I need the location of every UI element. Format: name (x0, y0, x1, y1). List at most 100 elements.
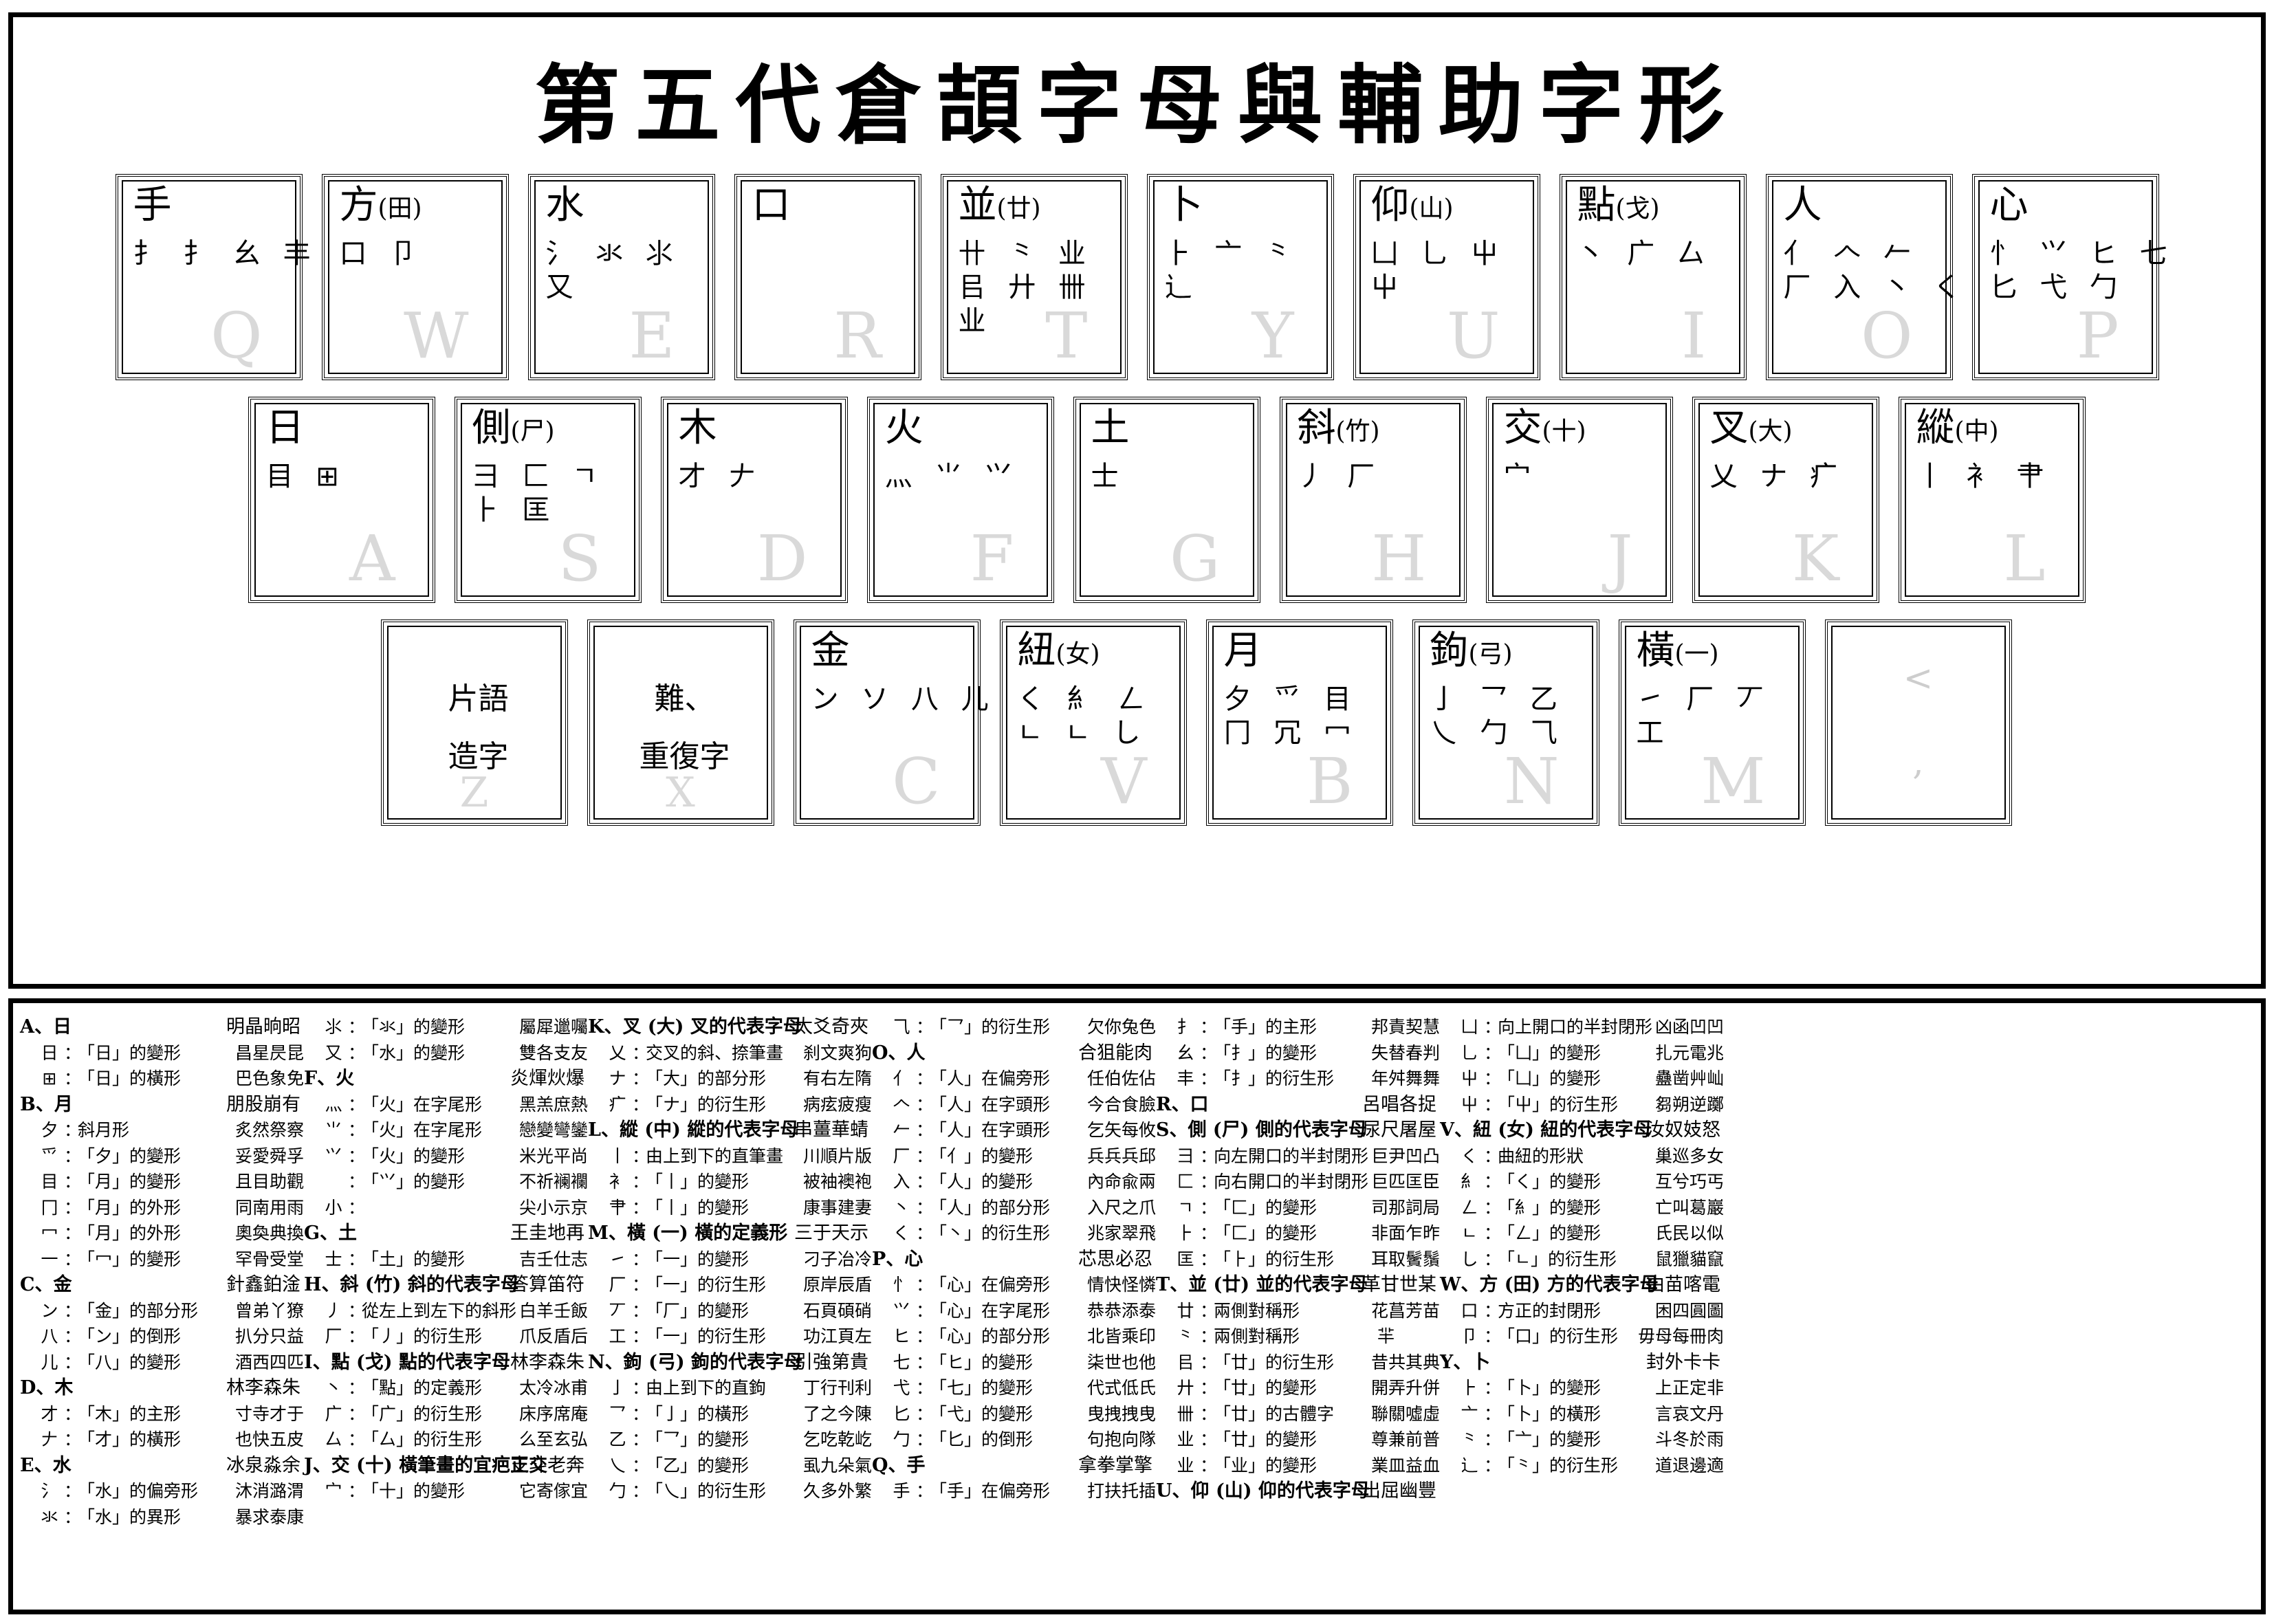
legend-row: ⺍：「心」在字尾形 恭恭添泰 (872, 1298, 1156, 1324)
legend-row-definition: 丿：從左上到左下的斜形 (304, 1298, 519, 1324)
legend-row: 忄：「心」在偏旁形 情快怪憐 (872, 1272, 1156, 1298)
legend-group-header: H、斜 (竹) 斜的代表字母 答算笛符 (304, 1272, 588, 1298)
legend-row: 厂：「一」的衍生形 原岸辰盾 (588, 1272, 872, 1298)
legend-row-definition: 才：「木」的主形 (20, 1401, 235, 1427)
legend-row-definition: ⺍：「心」在字尾形 (872, 1298, 1087, 1324)
key-variant-line: ㇀ 厂 丆 (1637, 683, 1796, 716)
key-letter-f: F (970, 527, 1014, 591)
legend-description: 「丿」的衍生形 (362, 1324, 482, 1350)
key-letter-e: E (628, 305, 675, 368)
key-b[interactable]: 月夕 ⺤ 目冂 冗 冖B (1206, 619, 1393, 826)
legend-row: 匡：「⺊」的衍生形 耳取鬢鬚 (1156, 1247, 1440, 1273)
key-j[interactable]: 交(十) 宀 J (1486, 397, 1673, 603)
key-y[interactable]: 卜⺊ 亠 ⺀辶 Y (1147, 174, 1334, 380)
key-variant-forms: ⺊ 亠 ⺀辶 (1165, 237, 1324, 305)
legend-row-definition: 冖：「月」的外形 (20, 1220, 235, 1247)
legend-examples: 入尺之爪 (1087, 1195, 1156, 1221)
legend-row-definition: 乂：交叉的斜、捺筆畫 (588, 1040, 803, 1066)
key-d[interactable]: 木才 𠂇 D (661, 397, 848, 603)
legend-symbol: 灬 (319, 1092, 348, 1118)
legend-row: 厂：「丿」的衍生形 爪反盾后 (304, 1324, 588, 1350)
key-q[interactable]: 手扌 ⺘ ⺓ 丰 Q (116, 174, 303, 380)
legend-examples: 妥愛舜孚 (235, 1143, 304, 1170)
legend-colon: ： (916, 1092, 930, 1118)
key-letter-i: I (1681, 305, 1706, 368)
key-u[interactable]: 仰(山) 凵 乚 屮屮U (1353, 174, 1540, 380)
key-t[interactable]: 並(廿) 卄 ⺀ 业㠯 廾 卌业T (941, 174, 1128, 380)
legend-examples: 出屈幽豐 (1362, 1478, 1436, 1504)
key-x[interactable]: 難、 重復字 X (587, 619, 774, 826)
key-s[interactable]: 側(尸) ⺕ 匚 ㄱ⺊ 匡S (455, 397, 642, 603)
legend-row: ⺀：「亠」的變形 斗冬於雨 (1440, 1427, 1724, 1453)
legend-colon: ： (632, 1272, 646, 1298)
legend-row: 口：方正的封閉形 困四圓圖 (1440, 1298, 1724, 1324)
legend-colon: ： (1484, 1427, 1498, 1453)
key-m[interactable]: 橫(一) ㇀ 厂 丆工M (1619, 619, 1806, 826)
legend-symbol: 丿 (319, 1298, 348, 1324)
key-k[interactable]: 叉(大) 乂 ナ 疒 K (1692, 397, 1879, 603)
legend-description: 「口」的衍生形 (1498, 1324, 1618, 1350)
legend-row: ⺌：「火」在字尾形 戀變彎鑾 (304, 1117, 588, 1143)
key-a[interactable]: 日目 ⊞ A (248, 397, 435, 603)
legend-colon: ： (1484, 1247, 1498, 1273)
legend-symbol: 丆 (603, 1298, 632, 1324)
legend-description: 「廿」的古體字 (1214, 1401, 1334, 1427)
legend-group: C、金 針鑫鉑淦ン：「金」的部分形 曾弟丫獠八：「ン」的倒形 扒分只益儿：「八」的變形… (20, 1272, 304, 1375)
key-h[interactable]: 斜(竹) 丿 厂 H (1280, 397, 1467, 603)
legend-examples: 聯關噓虛 (1371, 1401, 1440, 1427)
legend-description: 「丨」的變形 (646, 1195, 749, 1221)
legend-group-header: T、並 (廿) 並的代表字母 革甘世某 (1156, 1272, 1440, 1298)
key-l[interactable]: 縱(中) 丨 衤 ⺺ L (1899, 397, 2086, 603)
key-f[interactable]: 火灬 ⺌ ⺍ 𡭔 小F (867, 397, 1054, 603)
key-i[interactable]: 點(戈) 丶 广 厶 I (1560, 174, 1747, 380)
legend-row-definition: ⺢：「氺」的變形 (304, 1014, 519, 1040)
key-v[interactable]: 紐(女) く ⺯ ㄥㄴ ㄴ しV (1000, 619, 1187, 826)
legend-examples: 巢巡多女 (1655, 1143, 1724, 1170)
key-radical: 並(廿) (959, 186, 1118, 225)
legend-colon: ： (1200, 1350, 1214, 1376)
legend-colon: ： (1484, 1195, 1498, 1221)
legend-group-name: G、土 (304, 1222, 357, 1244)
legend-description: 「弋」的變形 (930, 1401, 1033, 1427)
key-p[interactable]: 心忄 ⺍ ヒ 七匕 弋 勹P (1972, 174, 2159, 380)
legend-examples: 白羊壬飯 (519, 1298, 588, 1324)
legend-row-definition: ⺺：「丨」的變形 (588, 1195, 803, 1221)
legend-group-title: N、鉤 (弓) 鉤的代表字母 (588, 1350, 794, 1376)
legend-row-definition: 丶 ：「點」的定義形 (304, 1375, 519, 1401)
legend-row-definition: 厂：「一」的衍生形 (588, 1272, 803, 1298)
legend-row: 𠆢：「人」在字頭形 今合食臉 (872, 1092, 1156, 1118)
legend-colon: ： (632, 1375, 646, 1401)
legend-group-header: B、月 朋股崩有 (20, 1092, 304, 1118)
legend-colon: ： (916, 1350, 930, 1376)
legend-row: 才：「木」的主形 寸寺才于 (20, 1401, 304, 1427)
legend-colon: ： (916, 1401, 930, 1427)
key-g[interactable]: 土士 G (1073, 397, 1260, 603)
legend-group: ⺘：「手」的主形 邦責契慧⺓：「扌」的變形 失替春判丰：「⺘」的衍生形 年舛舞舞 (1156, 1014, 1440, 1092)
legend-group-name: N、鉤 (弓) 鉤的代表字母 (588, 1352, 802, 1373)
key-r[interactable]: 口R (734, 174, 921, 380)
legend-colon: ： (916, 1143, 930, 1170)
key-w[interactable]: 方(田) 口 卩 W (322, 174, 509, 380)
legend-row-definition: く：「丶」的衍生形 (872, 1220, 1087, 1247)
legend-group-title: J、交 (十) 橫筆畫的宜疤正交 (304, 1453, 510, 1479)
key-punctuation[interactable]: <, (1825, 619, 2012, 826)
key-c[interactable]: 金ン ソ 八 儿 C (794, 619, 981, 826)
legend-row-definition: く ：曲紐的形狀 (1440, 1143, 1655, 1170)
key-e[interactable]: 水氵 氺 ⺢又 E (528, 174, 715, 380)
key-variant-line: 灬 ⺌ ⺍ (885, 460, 1045, 494)
legend-row-definition: 廾：「廿」的變形 (1156, 1375, 1371, 1401)
key-n[interactable]: 鉤(弓) 亅 乛 乙乀 勹 ⺄ N (1412, 619, 1599, 826)
legend-row: 七：「ヒ」的變形 柒世也他 (872, 1350, 1156, 1376)
legend-row: 卩：「口」的衍生形 毋母每冊肉 (1440, 1324, 1724, 1350)
legend-row: 卌：「廿」的古體字 聯關噓虛 (1156, 1401, 1440, 1427)
legend-symbol: 丰 (1171, 1066, 1200, 1092)
key-o[interactable]: 人亻 𠆢 𠂉厂 入 丶 くO (1766, 174, 1953, 380)
legend-row: ㄥ：「⺯」的變形 亡叫葛巖 (1440, 1195, 1724, 1221)
key-z[interactable]: 片語 造字 Z (381, 619, 568, 826)
legend-group: ⺢：「氺」的變形 屬犀邋囑又：「水」的變形 雙各支友 (304, 1014, 588, 1066)
key-variant-line: 才 𠂇 (679, 460, 838, 494)
key-letter-o: O (1861, 305, 1912, 368)
legend-examples: 病痃疲瘦 (803, 1092, 872, 1118)
legend-group-title: I、點 (戈) 點的代表字母 (304, 1350, 510, 1376)
legend-symbol: 乀 (603, 1453, 632, 1479)
